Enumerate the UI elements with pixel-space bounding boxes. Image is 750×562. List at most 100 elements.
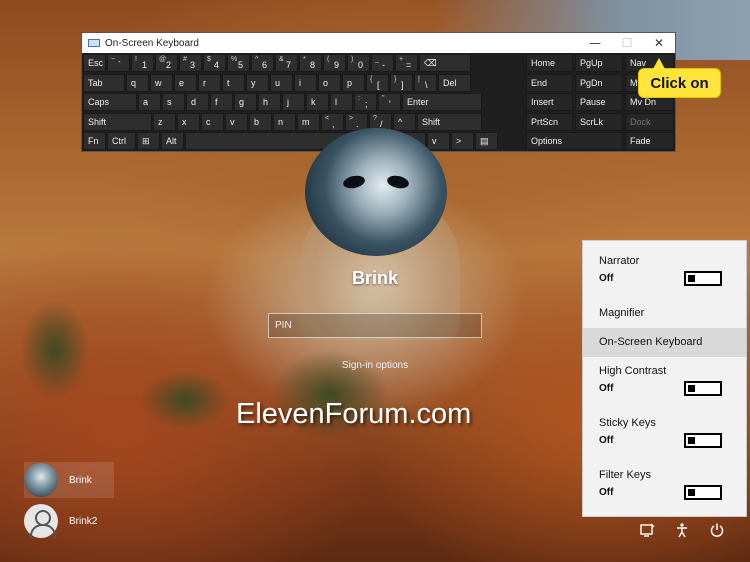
key-e[interactable]: e [174,73,197,92]
key-q[interactable]: q [126,73,149,92]
key-m[interactable]: m [297,112,320,131]
key-shift-label: ! [135,56,137,63]
key-=[interactable]: + = [395,54,418,72]
key-insert[interactable]: Insert [526,93,573,111]
osk-title-bar[interactable]: On-Screen Keyboard — ☐ ✕ [82,33,675,53]
key-⊞[interactable]: ⊞ [137,132,160,150]
key-;[interactable]: :; [354,93,377,111]
network-icon[interactable] [638,522,656,540]
narrator-item[interactable]: Narrator Off [583,255,746,286]
key-\[interactable]: | \ [414,73,437,92]
key-end[interactable]: End [526,73,573,92]
key-4[interactable]: $4 [203,54,226,72]
accessibility-icon[interactable] [673,522,691,540]
sticky-keys-item[interactable]: Sticky Keys Off [583,417,746,448]
key--[interactable]: _ - [371,54,394,72]
key-f[interactable]: f [210,93,233,111]
key-`[interactable]: ~ ` [107,54,130,72]
power-icon[interactable] [708,522,726,540]
key-shift-label: | [418,75,420,83]
key-shift-label: & [279,56,284,63]
key-label: [ [377,79,380,90]
key-pgdn[interactable]: PgDn [575,73,623,92]
high-contrast-toggle[interactable] [684,381,722,396]
pin-input[interactable]: PIN [268,313,482,338]
key-p[interactable]: p [342,73,365,92]
key-s[interactable]: s [162,93,185,111]
key-,[interactable]: <, [321,112,344,131]
key-Shift[interactable]: Shift [417,112,482,131]
key-Ctrl[interactable]: Ctrl [107,132,136,150]
key-8[interactable]: * 8 [299,54,322,72]
key-⌫[interactable]: ⌫ [419,54,471,72]
key-pgup[interactable]: PgUp [575,54,623,72]
key-][interactable]: }] [390,73,413,92]
narrator-toggle[interactable] [684,271,722,286]
on-screen-keyboard-item[interactable]: On-Screen Keyboard [583,328,746,357]
key-2[interactable]: @2 [155,54,178,72]
key-0[interactable]: ) 0 [347,54,370,72]
key-g[interactable]: g [234,93,257,111]
key-k[interactable]: k [306,93,329,111]
key-h[interactable]: h [258,93,281,111]
key-w[interactable]: w [150,73,173,92]
key-prtscn[interactable]: PrtScn [526,112,573,131]
key-label: 9 [334,60,340,70]
key-r[interactable]: r [198,73,221,92]
key-v[interactable]: v [427,132,450,150]
key-pause[interactable]: Pause [575,93,623,111]
magnifier-item[interactable]: Magnifier [583,307,746,319]
key-Esc[interactable]: Esc [83,54,106,72]
key-x[interactable]: x [177,112,200,131]
key-Alt[interactable]: Alt [161,132,184,150]
key-a[interactable]: a [138,93,161,111]
user-tile-brink2[interactable]: Brink2 [24,503,114,539]
key-b[interactable]: b [249,112,272,131]
key-t[interactable]: t [222,73,245,92]
key-7[interactable]: & 7 [275,54,298,72]
key-shift-label: % [231,56,238,63]
key-5[interactable]: % 5 [227,54,250,72]
key-Tab[interactable]: Tab [83,73,125,92]
key-i[interactable]: i [294,73,317,92]
key-9[interactable]: (9 [323,54,346,72]
key-label: \ [425,79,428,90]
filter-keys-toggle[interactable] [684,485,722,500]
key-Fn[interactable]: Fn [83,132,106,150]
key-3[interactable]: #3 [179,54,202,72]
key-Enter[interactable]: Enter [402,93,482,111]
key-options[interactable]: Options [526,132,623,150]
key-u[interactable]: u [270,73,293,92]
key-1[interactable]: ! 1 [131,54,154,72]
signin-options-link[interactable]: Sign-in options [300,360,450,371]
sticky-keys-toggle[interactable] [684,433,722,448]
key-n[interactable]: n [273,112,296,131]
key->[interactable]: > [451,132,474,150]
close-button[interactable]: ✕ [643,33,675,53]
key-[[interactable]: {[ [366,73,389,92]
key-l[interactable]: l [330,93,353,111]
key-fade[interactable]: Fade [625,132,674,150]
key-'[interactable]: " ' [378,93,401,111]
key-c[interactable]: c [201,112,224,131]
key-shift-label: _ [375,56,379,63]
key-Shift[interactable]: Shift [83,112,152,131]
key-^[interactable]: ^ [393,112,416,131]
key-▤[interactable]: ▤ [475,132,498,150]
key-6[interactable]: ^ 6 [251,54,274,72]
user-tile-brink[interactable]: Brink [24,462,114,498]
key-o[interactable]: o [318,73,341,92]
key-home[interactable]: Home [526,54,573,72]
filter-keys-item[interactable]: Filter Keys Off [583,469,746,500]
key-Del[interactable]: Del [438,73,471,92]
key-z[interactable]: z [153,112,176,131]
minimize-button[interactable]: — [579,33,611,53]
default-user-icon [24,504,58,538]
key-Caps[interactable]: Caps [83,93,137,111]
key-j[interactable]: j [282,93,305,111]
key-d[interactable]: d [186,93,209,111]
high-contrast-item[interactable]: High Contrast Off [583,365,746,396]
key-y[interactable]: y [246,73,269,92]
key-scrlk[interactable]: ScrLk [575,112,623,131]
key-v[interactable]: v [225,112,248,131]
